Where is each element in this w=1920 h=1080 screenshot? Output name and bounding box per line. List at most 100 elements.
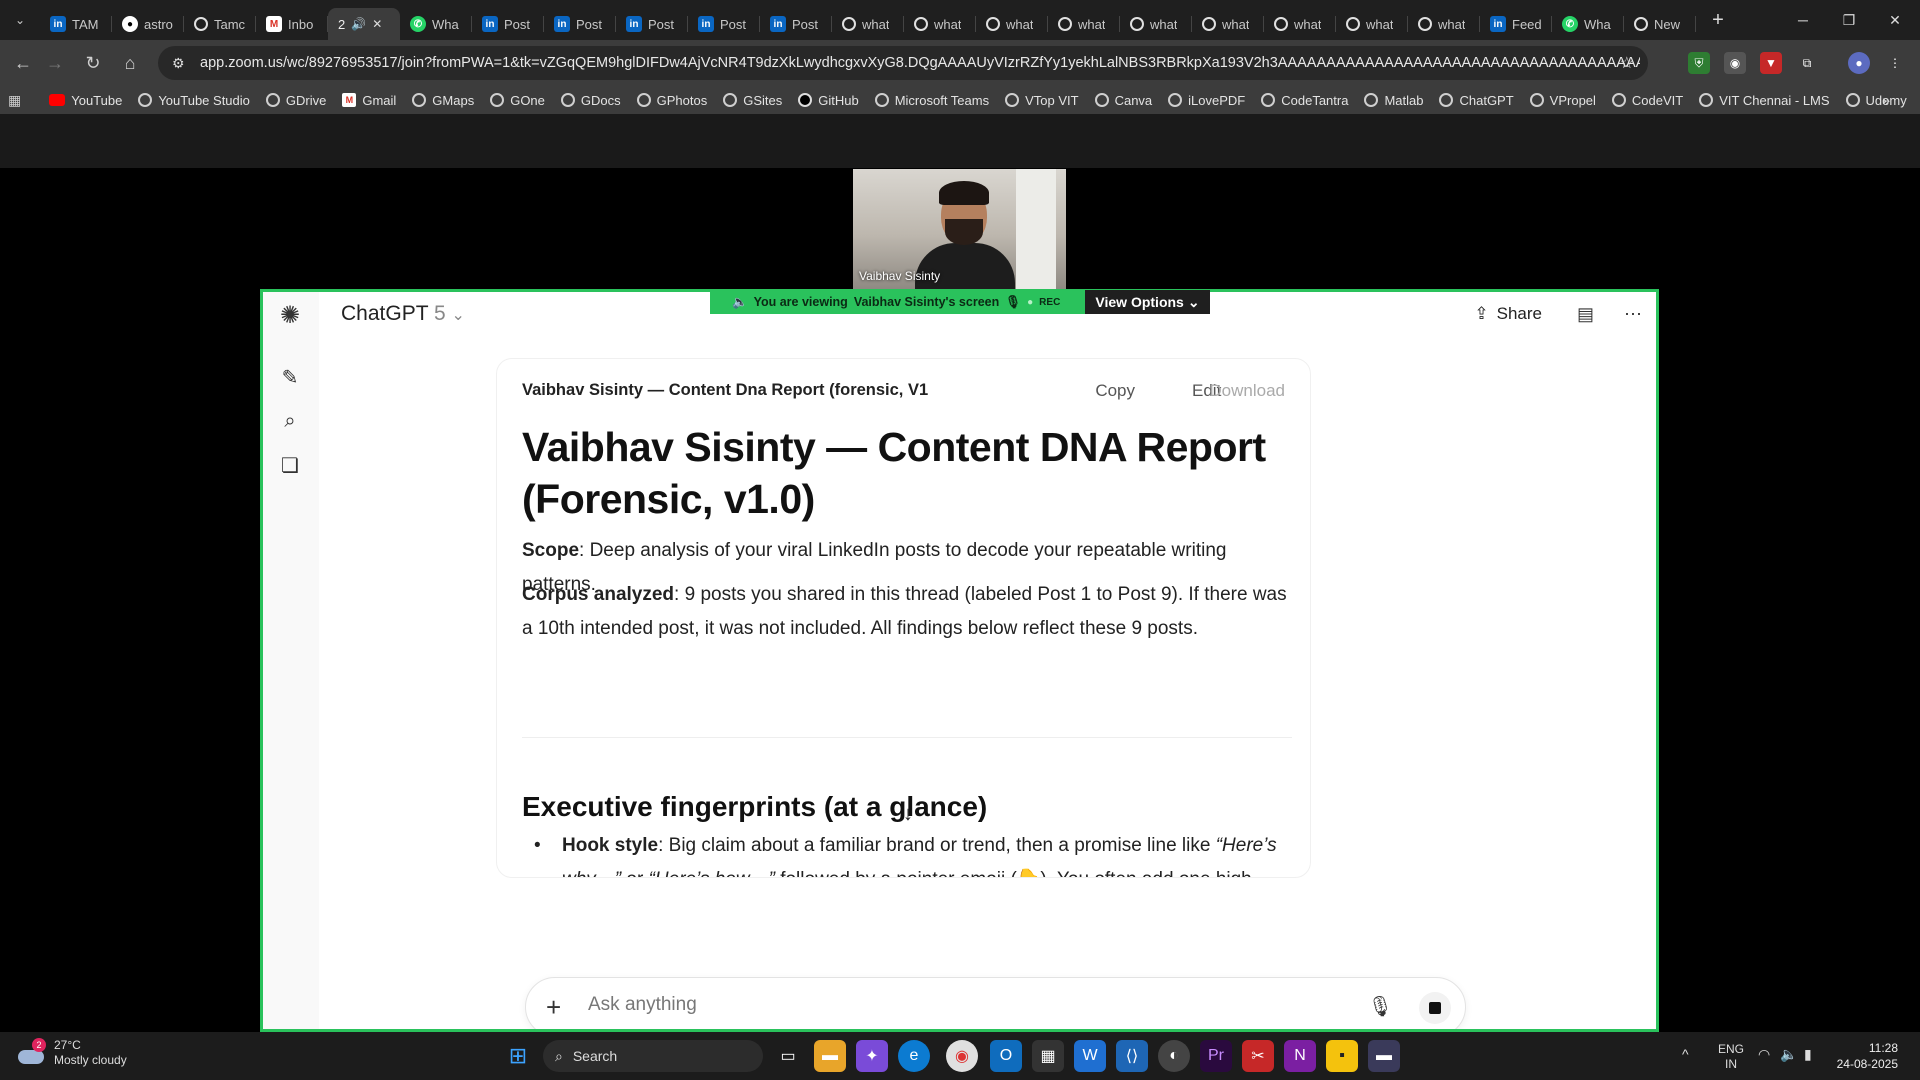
- outlook-icon[interactable]: O: [990, 1040, 1022, 1072]
- browser-tab[interactable]: what: [1408, 8, 1480, 40]
- battery-icon[interactable]: ▮: [1804, 1046, 1812, 1063]
- chrome-icon[interactable]: ◉: [946, 1040, 978, 1072]
- bookmark-item[interactable]: M Gmail: [342, 93, 396, 108]
- close-window-button[interactable]: ✕: [1872, 0, 1918, 40]
- copy-button[interactable]: Copy: [1095, 381, 1135, 401]
- back-arrow-icon[interactable]: ←: [8, 48, 38, 78]
- bookmark-item[interactable]: Udemy: [1845, 93, 1907, 108]
- browser-tab[interactable]: ✆ Wha: [1552, 8, 1624, 40]
- tab-audio-icon[interactable]: 🔊: [351, 17, 366, 31]
- bookmark-item[interactable]: VTop VIT: [1005, 93, 1079, 108]
- tab-close-icon[interactable]: ✕: [372, 17, 382, 31]
- bookmark-item[interactable]: iLovePDF: [1168, 93, 1245, 108]
- browser-tab[interactable]: in Post: [616, 8, 688, 40]
- search-icon[interactable]: ⌕: [277, 408, 303, 434]
- apps-grid-icon[interactable]: ▦: [8, 92, 21, 109]
- ask-input[interactable]: [588, 994, 1288, 1016]
- bookmark-item[interactable]: GPhotos: [636, 93, 707, 108]
- more-options-icon[interactable]: ⋯: [1624, 304, 1642, 325]
- copilot-icon[interactable]: ✦: [856, 1040, 888, 1072]
- openai-logo-icon[interactable]: ✺: [277, 302, 303, 329]
- site-info-icon[interactable]: ⚙: [172, 55, 192, 72]
- browser-tab[interactable]: ✆ Wha: [400, 8, 472, 40]
- browser-tab[interactable]: ● astro: [112, 8, 184, 40]
- bookmark-star-icon[interactable]: ☆: [1620, 53, 1634, 73]
- taskbar-search[interactable]: ⌕ Search: [543, 1040, 763, 1072]
- pocket-extension-icon[interactable]: ▼: [1760, 52, 1782, 74]
- language-indicator[interactable]: ENG IN: [1718, 1042, 1744, 1072]
- browser-tab[interactable]: in Post: [688, 8, 760, 40]
- forward-arrow-icon[interactable]: →: [40, 48, 70, 78]
- bookmark-item[interactable]: CodeVIT: [1611, 93, 1683, 108]
- store-icon[interactable]: ▦: [1032, 1040, 1064, 1072]
- browser-tab[interactable]: in Post: [544, 8, 616, 40]
- browser-tab[interactable]: what: [832, 8, 904, 40]
- snipping-tool-icon[interactable]: ✂: [1242, 1040, 1274, 1072]
- minimize-window-button[interactable]: ─: [1780, 0, 1826, 40]
- more-bookmarks-icon[interactable]: »: [1882, 92, 1890, 108]
- new-tab-button[interactable]: +: [1702, 4, 1734, 36]
- bookmark-item[interactable]: GDrive: [265, 93, 326, 108]
- profile-avatar[interactable]: ●: [1848, 52, 1870, 74]
- windows-start-icon[interactable]: ⊞: [502, 1040, 534, 1072]
- browser-tab[interactable]: what: [1192, 8, 1264, 40]
- url-text[interactable]: app.zoom.us/wc/89276953517/join?fromPWA=…: [200, 55, 1640, 71]
- download-button[interactable]: Download: [1205, 381, 1285, 401]
- tab-search-chevron-icon[interactable]: ⌄: [0, 0, 40, 40]
- browser-tab[interactable]: what: [1336, 8, 1408, 40]
- bookmark-item[interactable]: GitHub: [798, 93, 859, 108]
- sticky-notes-icon[interactable]: ▪: [1326, 1040, 1358, 1072]
- wifi-icon[interactable]: ◠: [1758, 1046, 1770, 1063]
- browser-tab[interactable]: in TAM: [40, 8, 112, 40]
- bookmark-item[interactable]: Microsoft Teams: [874, 93, 989, 108]
- browser-tab[interactable]: what: [904, 8, 976, 40]
- new-chat-icon[interactable]: ✎: [277, 364, 303, 390]
- bookmark-item[interactable]: GOne: [490, 93, 545, 108]
- bookmark-item[interactable]: Canva: [1094, 93, 1152, 108]
- bookmark-item[interactable]: YouTube Studio: [138, 93, 250, 108]
- word-icon[interactable]: W: [1074, 1040, 1106, 1072]
- browser-tab[interactable]: M Inbo: [256, 8, 328, 40]
- bookmark-item[interactable]: GDocs: [560, 93, 621, 108]
- premiere-pro-icon[interactable]: Pr: [1200, 1040, 1232, 1072]
- bookmark-item[interactable]: Matlab: [1364, 93, 1423, 108]
- edge-icon[interactable]: e: [898, 1040, 930, 1072]
- add-attachment-icon[interactable]: +: [546, 992, 561, 1023]
- file-explorer-icon[interactable]: ▬: [814, 1040, 846, 1072]
- address-bar[interactable]: ⚙ app.zoom.us/wc/89276953517/join?fromPW…: [158, 46, 1648, 80]
- tray-overflow-icon[interactable]: ^: [1682, 1046, 1689, 1062]
- bookmark-item[interactable]: VPropel: [1529, 93, 1596, 108]
- share-button[interactable]: ⇪ Share: [1474, 304, 1542, 324]
- browser-tab[interactable]: in Post: [760, 8, 832, 40]
- browser-tab[interactable]: New: [1624, 8, 1696, 40]
- zoom-app-icon[interactable]: ▬: [1368, 1040, 1400, 1072]
- camera-extension-icon[interactable]: ◉: [1724, 52, 1746, 74]
- microphone-icon[interactable]: 🎙: [1368, 994, 1393, 1019]
- weather-widget[interactable]: 2 27°C Mostly cloudy: [16, 1038, 127, 1068]
- browser-tab[interactable]: what: [1048, 8, 1120, 40]
- vscode-icon[interactable]: ⟨⟩: [1116, 1040, 1148, 1072]
- stop-button[interactable]: [1419, 992, 1451, 1024]
- obs-icon[interactable]: ◐: [1158, 1040, 1190, 1072]
- model-selector[interactable]: ChatGPT 5 ⌄: [341, 302, 465, 326]
- bookmark-item[interactable]: ChatGPT: [1439, 93, 1514, 108]
- library-icon[interactable]: ❏: [277, 452, 303, 478]
- browser-tab[interactable]: what: [1264, 8, 1336, 40]
- browser-tab[interactable]: what: [976, 8, 1048, 40]
- browser-tab[interactable]: Tamc: [184, 8, 256, 40]
- volume-icon[interactable]: 🔈: [1780, 1046, 1797, 1063]
- bookmark-item[interactable]: CodeTantra: [1261, 93, 1348, 108]
- home-icon[interactable]: ⌂: [115, 48, 145, 78]
- browser-tab[interactable]: in Feed: [1480, 8, 1552, 40]
- onenote-icon[interactable]: N: [1284, 1040, 1316, 1072]
- browser-tab[interactable]: what: [1120, 8, 1192, 40]
- bookmark-item[interactable]: YouTube: [49, 93, 122, 108]
- reload-icon[interactable]: ↻: [78, 48, 108, 78]
- browser-tab[interactable]: 2 🔊 ✕: [328, 8, 400, 40]
- view-options-button[interactable]: View Options ⌄: [1085, 290, 1210, 314]
- scroll-down-arrow-icon[interactable]: ↓: [891, 797, 925, 831]
- browser-menu-icon[interactable]: ⋮: [1884, 52, 1906, 74]
- extensions-puzzle-icon[interactable]: ⧉: [1796, 52, 1818, 74]
- bookmark-item[interactable]: VIT Chennai - LMS: [1699, 93, 1830, 108]
- task-view-icon[interactable]: ▭: [772, 1040, 804, 1072]
